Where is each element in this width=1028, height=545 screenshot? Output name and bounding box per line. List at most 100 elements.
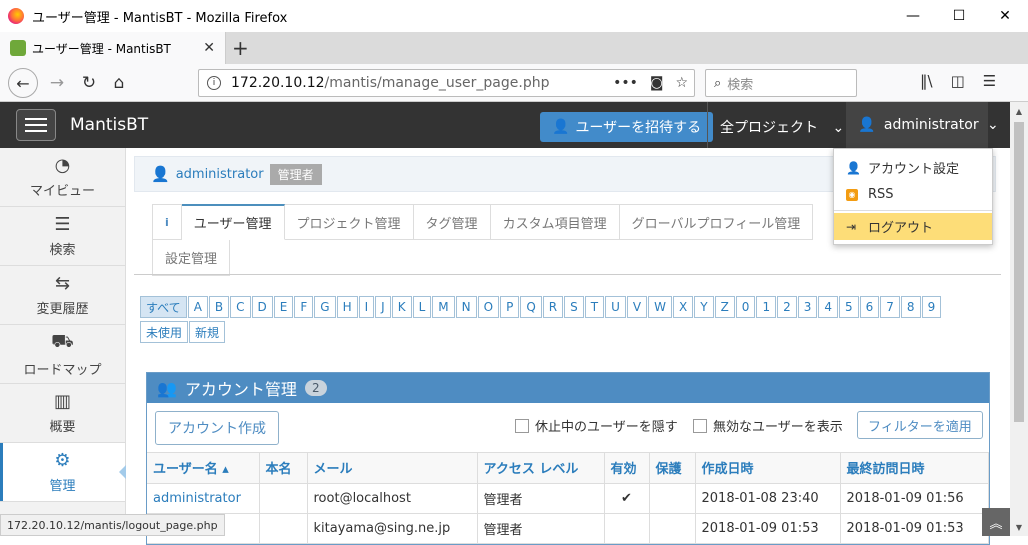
tab-manage-users[interactable]: ユーザー管理 <box>181 204 285 240</box>
maximize-button[interactable]: ☐ <box>936 0 982 32</box>
letter-filter-item[interactable]: J <box>375 296 391 318</box>
letter-filter-item[interactable]: M <box>432 296 455 318</box>
tab-manage-config[interactable]: 設定管理 <box>152 240 231 276</box>
create-account-button[interactable]: アカウント作成 <box>155 411 279 445</box>
letter-filter-item[interactable]: P <box>500 296 520 318</box>
col-created[interactable]: 作成日時 <box>695 453 841 484</box>
scroll-thumb[interactable] <box>1014 122 1024 422</box>
sidebar-item-search[interactable]: ☰ 検索 <box>0 207 125 266</box>
col-username[interactable]: ユーザー名 ▴ <box>147 453 260 484</box>
scroll-down-arrow-icon[interactable]: ▼ <box>1010 518 1028 536</box>
reload-button[interactable]: ↻ <box>76 70 102 96</box>
letter-filter-item[interactable]: L <box>412 296 432 318</box>
letter-filter-item[interactable]: C <box>230 296 251 318</box>
sidebar-toggle-icon[interactable]: ◫ <box>951 72 965 90</box>
letter-filter-item[interactable]: 未使用 <box>140 321 189 343</box>
letter-filter-item[interactable]: 6 <box>859 296 880 318</box>
letter-filter-item[interactable]: 8 <box>900 296 921 318</box>
tab-manage-custom-fields[interactable]: カスタム項目管理 <box>490 204 620 240</box>
letter-filter-item[interactable]: 0 <box>735 296 756 318</box>
hamburger-menu-icon[interactable]: ☰ <box>983 72 996 90</box>
scroll-up-arrow-icon[interactable]: ▲ <box>1010 102 1028 120</box>
breadcrumb-user-link[interactable]: administrator <box>176 167 264 182</box>
letter-filter-item[interactable]: H <box>336 296 358 318</box>
letter-filter-item[interactable]: B <box>208 296 230 318</box>
letter-filter-item[interactable]: G <box>314 296 336 318</box>
col-enabled[interactable]: 有効 <box>604 453 650 484</box>
letter-filter-item[interactable]: K <box>391 296 412 318</box>
letter-filter-item[interactable]: U <box>605 296 626 318</box>
letter-filter-item[interactable]: Z <box>714 296 735 318</box>
col-last-visit[interactable]: 最終訪問日時 <box>840 453 989 484</box>
browser-tab-active[interactable]: ユーザー管理 - MantisBT ✕ <box>0 32 226 64</box>
letter-filter-item[interactable]: I <box>358 296 375 318</box>
letter-filter-item[interactable]: F <box>294 296 314 318</box>
new-tab-button[interactable]: + <box>232 36 249 60</box>
page-scrollbar[interactable]: ▲ ▼ <box>1010 102 1028 536</box>
letter-filter-item[interactable]: 7 <box>880 296 900 318</box>
sidebar-toggle-button[interactable] <box>16 109 56 141</box>
search-bar[interactable]: ⌕ 検索 <box>705 69 857 97</box>
letter-filter-item[interactable]: Q <box>520 296 542 318</box>
url-bar[interactable]: i 172.20.10.12 /mantis/manage_user_page.… <box>198 69 695 97</box>
col-email[interactable]: メール <box>307 453 478 484</box>
site-info-icon[interactable]: i <box>207 76 221 90</box>
letter-filter-item[interactable]: N <box>455 296 477 318</box>
back-button[interactable]: ← <box>8 68 38 98</box>
tab-manage-tags[interactable]: タグ管理 <box>413 204 491 240</box>
letter-filter-item[interactable]: O <box>477 296 500 318</box>
brand-logo[interactable]: MantisBT <box>70 115 148 135</box>
letter-filter-item[interactable]: V <box>626 296 648 318</box>
scroll-to-top-button[interactable]: ︽ <box>982 508 1010 536</box>
sidebar-item-changelog[interactable]: ⇆ 変更履歴 <box>0 266 125 325</box>
hide-inactive-checkbox[interactable]: 休止中のユーザーを隠す <box>515 416 678 435</box>
username-link[interactable]: administrator <box>153 491 241 506</box>
invite-user-button[interactable]: 👤 ユーザーを招待する <box>540 112 714 142</box>
apply-filter-button[interactable]: フィルターを適用 <box>857 411 983 439</box>
sidebar-item-manage[interactable]: ⚙ 管理 <box>0 443 126 502</box>
letter-filter-item[interactable]: R <box>542 296 564 318</box>
letter-filter-item[interactable]: Y <box>694 296 714 318</box>
col-protected[interactable]: 保護 <box>649 453 696 484</box>
col-realname[interactable]: 本名 <box>259 453 308 484</box>
menu-item-account[interactable]: 👤 アカウント設定 <box>834 154 992 181</box>
home-button[interactable]: ⌂ <box>106 70 132 96</box>
show-disabled-checkbox[interactable]: 無効なユーザーを表示 <box>693 416 843 435</box>
letter-filter-item[interactable]: S <box>564 296 584 318</box>
letter-filter-item[interactable]: T <box>584 296 605 318</box>
checkbox-box[interactable] <box>693 418 707 433</box>
letter-filter-item[interactable]: 5 <box>839 296 859 318</box>
project-selector[interactable]: 全プロジェクト ⌄ <box>720 117 844 137</box>
letter-filter-item[interactable]: X <box>672 296 694 318</box>
minimize-button[interactable]: — <box>890 0 936 32</box>
pocket-icon[interactable]: ◙ <box>650 75 664 91</box>
checkbox-box[interactable] <box>515 418 529 433</box>
letter-filter-item[interactable]: D <box>251 296 273 318</box>
tab-info[interactable]: i <box>152 204 182 240</box>
bookmark-star-icon[interactable]: ☆ <box>675 75 688 91</box>
letter-filter-item[interactable]: 1 <box>756 296 777 318</box>
menu-item-rss[interactable]: ◉ RSS <box>834 181 992 208</box>
user-menu[interactable]: 👤 administrator ⌄ <box>858 117 999 133</box>
tab-manage-global-profiles[interactable]: グローバルプロフィール管理 <box>619 204 814 240</box>
close-tab-icon[interactable]: ✕ <box>203 40 215 56</box>
sidebar-item-summary[interactable]: ▥ 概要 <box>0 384 125 443</box>
close-window-button[interactable]: ✕ <box>982 0 1028 32</box>
letter-filter-item[interactable]: 新規 <box>189 321 226 343</box>
letter-filter-item[interactable]: 4 <box>818 296 838 318</box>
col-access-level[interactable]: アクセス レベル <box>477 453 605 484</box>
letter-filter-item[interactable]: E <box>273 296 294 318</box>
page-actions-icon[interactable]: ••• <box>613 75 638 91</box>
sidebar-item-my-view[interactable]: ◔ マイビュー <box>0 148 125 207</box>
letter-filter-item[interactable]: 3 <box>797 296 818 318</box>
letter-filter-item[interactable]: W <box>648 296 672 318</box>
letter-filter-item[interactable]: すべて <box>140 296 187 318</box>
letter-filter-item[interactable]: 9 <box>921 296 942 318</box>
forward-button[interactable]: → <box>44 70 70 96</box>
menu-item-logout[interactable]: ⇥ ログアウト <box>834 213 992 240</box>
tab-manage-projects[interactable]: プロジェクト管理 <box>284 204 414 240</box>
library-icon[interactable]: ‖\ <box>920 72 933 90</box>
sidebar-item-roadmap[interactable]: ⛟ ロードマップ <box>0 325 125 384</box>
letter-filter-item[interactable]: 2 <box>777 296 797 318</box>
letter-filter-item[interactable]: A <box>187 296 208 318</box>
